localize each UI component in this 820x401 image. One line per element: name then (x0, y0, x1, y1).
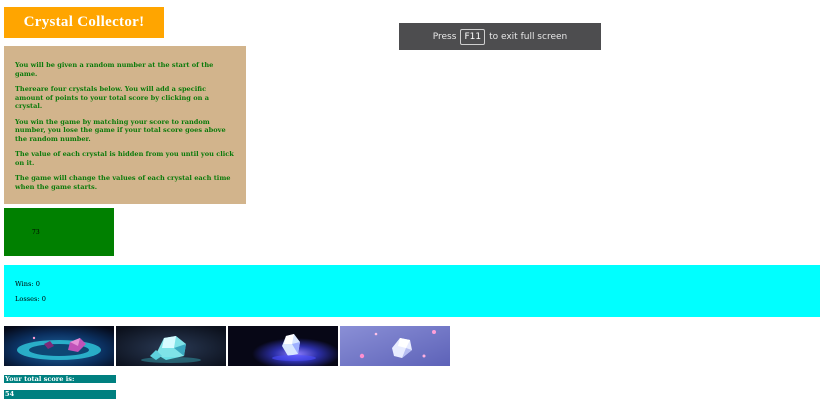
toast-prefix: Press (432, 31, 457, 42)
crystal-button-4[interactable] (340, 326, 450, 366)
losses-stat: Losses: 0 (15, 295, 46, 303)
instruction-5: The game will change the values of each … (15, 174, 231, 191)
total-score-label: Your total score is: (4, 375, 116, 383)
random-number: 73 (32, 229, 40, 236)
game-title: Crystal Collector! (4, 7, 164, 38)
random-number-box: 73 (4, 208, 114, 256)
instruction-4: The value of each crystal is hidden from… (15, 150, 234, 167)
stats-panel: Wins: 0 Losses: 0 (4, 265, 820, 317)
wins-stat: Wins: 0 (15, 280, 40, 288)
fullscreen-exit-toast: Press F11 to exit full screen (399, 23, 601, 50)
instruction-1: You will be given a random number at the… (15, 61, 214, 78)
instruction-2: Thereare four crystals below. You will a… (15, 85, 209, 110)
total-score-value: 54 (4, 390, 116, 399)
losses-count: 0 (41, 295, 46, 303)
crystal-button-1[interactable] (4, 326, 114, 366)
crystal-button-3[interactable] (228, 326, 338, 366)
wins-label: Wins: (15, 280, 34, 288)
toast-suffix: to exit full screen (489, 31, 568, 42)
instructions-panel: You will be given a random number at the… (4, 46, 246, 204)
wins-count: 0 (35, 280, 40, 288)
f11-key-badge: F11 (460, 28, 486, 45)
instruction-3: You win the game by matching your score … (15, 117, 226, 143)
losses-label: Losses: (15, 295, 40, 303)
crystal-button-2[interactable] (116, 326, 226, 366)
